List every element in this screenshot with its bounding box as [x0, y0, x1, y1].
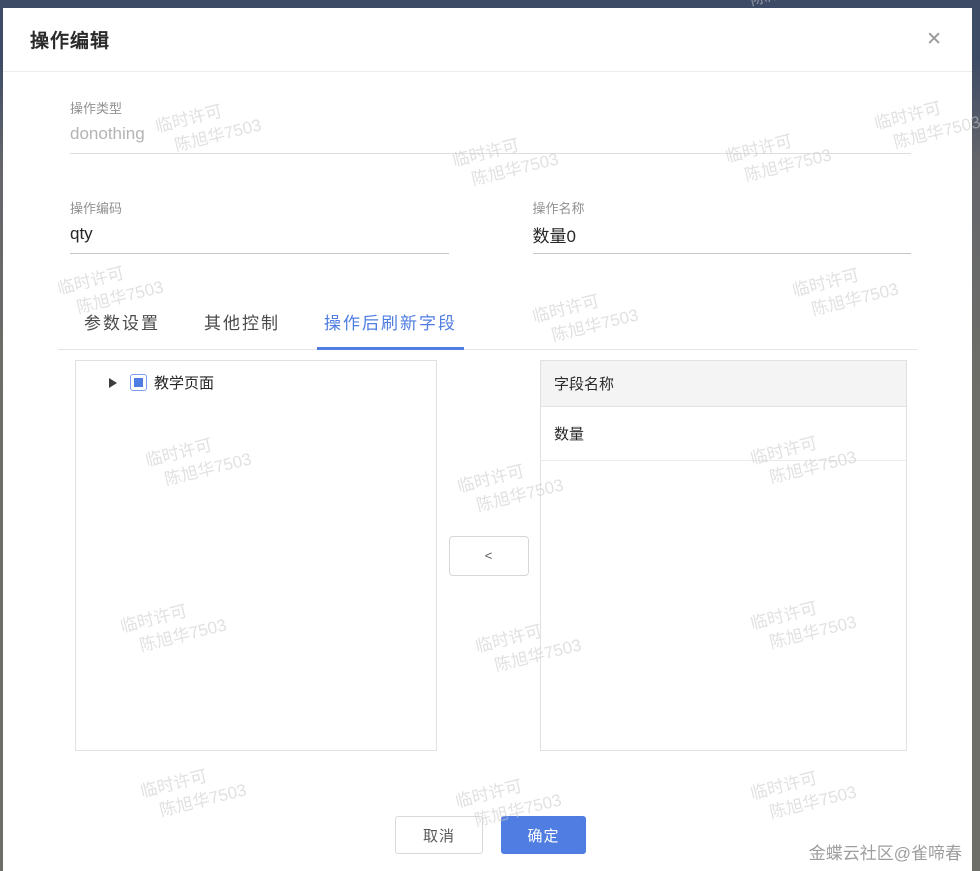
operation-type-field: 操作类型 [70, 98, 911, 154]
checkbox-indeterminate-mark [134, 378, 143, 387]
operation-edit-dialog: 操作编辑 ✕ 操作类型 操作编码 操作名称 参数设置 其他控制 操作后刷新字段 [3, 8, 972, 871]
transfer-area: 教学页面 < 字段名称 数量 [70, 360, 911, 751]
tab-other-control[interactable]: 其他控制 [197, 309, 287, 350]
operation-name-field: 操作名称 [532, 198, 911, 254]
dialog-body: 操作类型 操作编码 操作名称 参数设置 其他控制 操作后刷新字段 [3, 72, 972, 871]
tree-checkbox[interactable] [130, 374, 147, 391]
dialog-footer: 取消 确定 [70, 816, 911, 854]
tabs-bar: 参数设置 其他控制 操作后刷新字段 [58, 309, 917, 350]
operation-type-input [70, 117, 911, 154]
field-tree-panel: 教学页面 [75, 360, 437, 751]
tab-parameter-settings[interactable]: 参数设置 [77, 309, 167, 350]
operation-type-label: 操作类型 [70, 101, 123, 116]
operation-name-input[interactable] [532, 217, 911, 254]
table-header-field-name: 字段名称 [541, 361, 906, 407]
close-icon[interactable]: ✕ [926, 30, 942, 49]
selected-fields-panel: 字段名称 数量 [540, 360, 907, 751]
move-left-button[interactable]: < [448, 535, 529, 576]
operation-code-label: 操作编码 [70, 201, 123, 216]
code-name-row: 操作编码 操作名称 [70, 198, 911, 254]
confirm-button[interactable]: 确定 [501, 816, 586, 854]
table-row[interactable]: 数量 [541, 407, 906, 461]
tabs-divider [58, 349, 917, 350]
dialog-header: 操作编辑 ✕ [3, 8, 972, 72]
dialog-title: 操作编辑 [30, 31, 111, 52]
expand-arrow-icon[interactable] [109, 377, 117, 388]
transfer-controls: < [437, 360, 540, 751]
tree-node-label[interactable]: 教学页面 [154, 372, 214, 393]
operation-code-field: 操作编码 [70, 198, 449, 254]
tab-refresh-fields-after-operation[interactable]: 操作后刷新字段 [317, 309, 464, 350]
operation-code-input[interactable] [70, 217, 449, 254]
tree-node-root: 教学页面 [109, 372, 436, 393]
cancel-button[interactable]: 取消 [395, 816, 483, 854]
operation-name-label: 操作名称 [532, 201, 585, 216]
community-credit: 金蝶云社区@雀啼春 [808, 844, 962, 863]
